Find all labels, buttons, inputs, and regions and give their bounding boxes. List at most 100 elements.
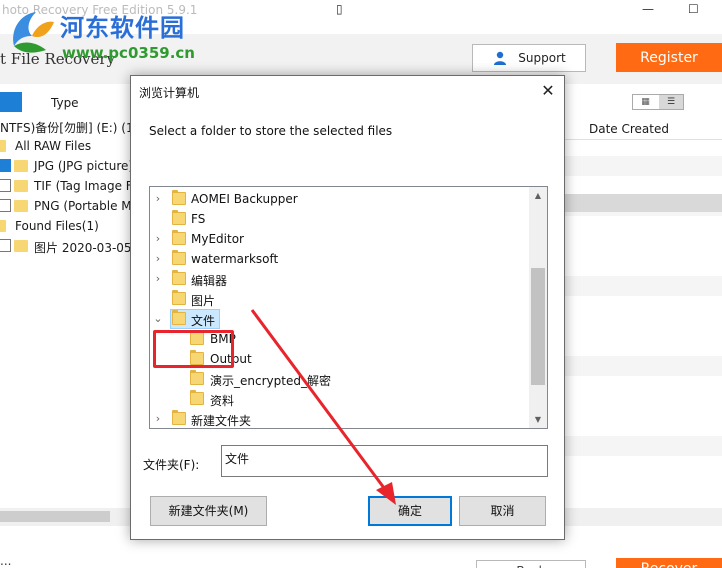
folder-label: 新建文件夹: [191, 414, 252, 428]
folder-name-input[interactable]: 文件: [221, 445, 548, 477]
site-watermark: 河东软件园 www.pc0359.cn: [0, 0, 200, 64]
list-view-icon[interactable]: ☰: [659, 95, 683, 109]
dialog-titlebar: 浏览计算机 ✕: [131, 76, 564, 106]
chevron-down-icon[interactable]: ⌄: [153, 312, 163, 325]
browse-folder-dialog: 浏览计算机 ✕ Select a folder to store the sel…: [130, 75, 565, 540]
folder-label: 图片: [191, 294, 216, 308]
folder-icon: [0, 220, 6, 232]
column-date-created[interactable]: Date Created: [565, 118, 722, 140]
chevron-right-icon[interactable]: ›: [153, 252, 163, 265]
maximize-button[interactable]: ☐: [688, 2, 699, 16]
chevron-right-icon[interactable]: ›: [153, 232, 163, 245]
back-button[interactable]: Back: [476, 560, 586, 568]
folder-field-label: 文件夹(F):: [143, 458, 200, 472]
folder-icon: [14, 160, 28, 172]
checkbox[interactable]: [0, 159, 11, 172]
close-icon: ✕: [541, 81, 555, 100]
folder-label: 文件: [191, 314, 216, 328]
folder-icon: [172, 230, 186, 245]
folder-node-files[interactable]: ⌄ 文件: [150, 309, 528, 329]
folder-node-pictures[interactable]: 图片: [150, 289, 528, 309]
chevron-right-icon[interactable]: ›: [153, 272, 163, 285]
recover-button[interactable]: Recover: [616, 558, 722, 568]
folder-label: watermarksoft: [191, 252, 279, 266]
ok-button[interactable]: 确定: [368, 496, 452, 526]
tree-item-label: TIF (Tag Image F: [34, 179, 130, 193]
chevron-right-icon[interactable]: ›: [153, 412, 163, 425]
file-list-panel: Date Created: [565, 116, 722, 526]
dialog-body: Select a folder to store the selected fi…: [131, 106, 564, 539]
folder-node-fs[interactable]: FS: [150, 209, 528, 229]
tree-item-found-files[interactable]: Found Files(1): [0, 216, 130, 236]
scroll-up-icon[interactable]: ▲: [529, 187, 547, 204]
column-date-created-label: Date Created: [589, 122, 669, 136]
dialog-close-button[interactable]: ✕: [535, 79, 561, 103]
folder-icon: [172, 270, 186, 285]
folder-label: AOMEI Backupper: [191, 192, 298, 206]
folder-icon: [172, 290, 186, 305]
tree-item-all-raw[interactable]: All RAW Files: [0, 136, 130, 156]
folder-node-new-folder[interactable]: › 新建文件夹: [150, 409, 528, 428]
folder-node-demo-encrypted[interactable]: 演示_encrypted_解密: [150, 369, 528, 389]
folder-icon: [190, 370, 204, 385]
register-button[interactable]: Register: [616, 43, 722, 72]
scrollbar-thumb[interactable]: [531, 268, 545, 385]
tree-item-png[interactable]: PNG (Portable M: [0, 196, 130, 216]
checkbox[interactable]: [0, 239, 11, 252]
select-all-marker[interactable]: [0, 92, 22, 112]
list-row: [565, 276, 722, 296]
list-row: [565, 356, 722, 376]
chevron-right-icon[interactable]: ›: [153, 192, 163, 205]
folder-node-editor[interactable]: › 编辑器: [150, 269, 528, 289]
column-type[interactable]: Type: [51, 96, 79, 110]
folder-icon: [190, 390, 204, 405]
user-icon: [494, 51, 507, 65]
dialog-instruction: Select a folder to store the selected fi…: [149, 124, 393, 138]
folder-tree-scrollbar[interactable]: ▲ ▼: [529, 187, 547, 428]
folder-node-myeditor[interactable]: › MyEditor: [150, 229, 528, 249]
tree-item-label: All RAW Files: [15, 139, 92, 153]
checkbox[interactable]: [0, 179, 11, 192]
dialog-title: 浏览计算机: [139, 86, 200, 100]
tree-item-label: NTFS)备份[勿删] (E:) (15: [0, 121, 130, 135]
tree-item-label: 图片 2020-03-05: [34, 241, 130, 255]
folder-icon: [14, 180, 28, 192]
annotation-highlight-box: [153, 330, 234, 368]
tree-item-pictures[interactable]: 图片 2020-03-05: [0, 236, 130, 256]
folder-icon: [172, 410, 186, 425]
bottom-action-bar: ... Back Recover: [0, 552, 722, 568]
folder-icon: [172, 190, 186, 205]
folder-label: 资料: [210, 394, 235, 408]
folder-node-materials[interactable]: 资料: [150, 389, 528, 409]
folder-node-watermarksoft[interactable]: › watermarksoft: [150, 249, 528, 269]
tree-item-jpg[interactable]: JPG (JPG picture): [0, 156, 130, 176]
folder-label: MyEditor: [191, 232, 244, 246]
tree-item-tif[interactable]: TIF (Tag Image F: [0, 176, 130, 196]
grid-view-icon[interactable]: ▦: [633, 95, 658, 109]
folder-icon: [14, 200, 28, 212]
folder-label: 演示_encrypted_解密: [210, 374, 331, 388]
watermark-logo-icon: [13, 12, 54, 53]
tree-item-label: PNG (Portable M: [34, 199, 130, 213]
folder-node-aomei[interactable]: › AOMEI Backupper: [150, 189, 528, 209]
folder-icon: [14, 240, 28, 252]
folder-label: FS: [191, 212, 206, 226]
list-row-selected[interactable]: [565, 194, 722, 212]
list-row: [565, 436, 722, 456]
window-resize-icon: ▯: [336, 2, 343, 16]
support-button[interactable]: Support: [472, 44, 586, 72]
support-label: Support: [518, 51, 566, 65]
tree-item-drive[interactable]: NTFS)备份[勿删] (E:) (15: [0, 116, 130, 136]
folder-icon: [172, 310, 186, 325]
checkbox[interactable]: [0, 199, 11, 212]
scroll-down-icon[interactable]: ▼: [529, 411, 547, 428]
new-folder-button[interactable]: 新建文件夹(M): [150, 496, 267, 526]
minimize-button[interactable]: —: [642, 2, 654, 16]
cancel-button[interactable]: 取消: [459, 496, 546, 526]
watermark-name: 河东软件园: [60, 14, 185, 42]
folder-icon: [0, 140, 6, 152]
status-text: ...: [0, 554, 12, 568]
watermark-url: www.pc0359.cn: [62, 44, 195, 62]
scrollbar-thumb[interactable]: [0, 511, 110, 522]
folder-label: 编辑器: [191, 274, 228, 288]
